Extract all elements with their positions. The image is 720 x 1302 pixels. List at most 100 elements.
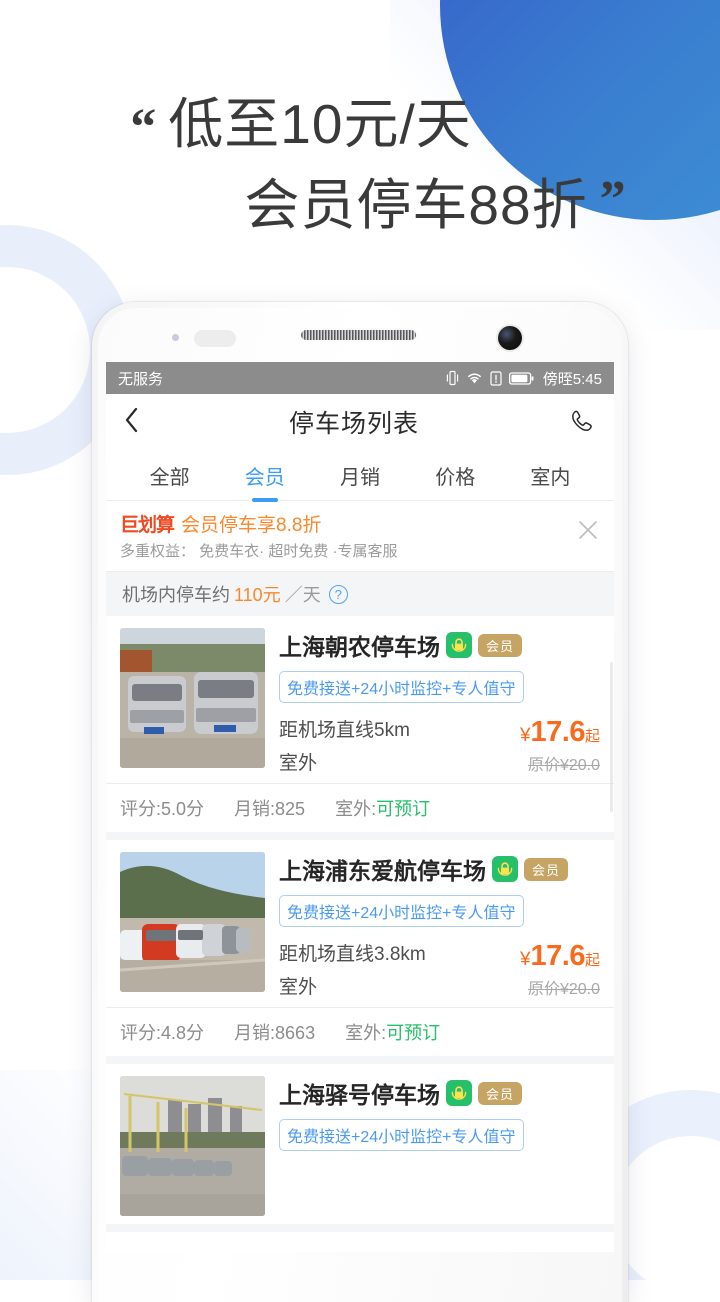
availability-item: 室外:可预订 [335, 795, 430, 821]
back-chevron-icon[interactable] [124, 407, 140, 437]
availability-value: 可预订 [386, 1023, 441, 1043]
member-badge: 会员 [524, 857, 569, 881]
listing-body: 上海浦东爱航停车场 会员 免费接送+24小时监控+专人值守 距机场直线3.8km… [106, 840, 614, 1007]
service-tag: 免费接送+24小时监控+专人值守 [279, 1119, 524, 1151]
headline-line-1: “ 低至10元/天 [0, 92, 720, 157]
status-icons: 傍晊5:45 [446, 368, 602, 389]
price-value: 17.6 [530, 716, 586, 748]
availability-label: 室外: [345, 1023, 387, 1043]
currency-symbol: ¥ [519, 949, 531, 970]
listing-thumbnail[interactable] [120, 852, 265, 992]
carrier-label: 无服务 [118, 370, 164, 388]
vibrate-icon [446, 370, 459, 386]
listing-name: 上海朝农停车场 [279, 634, 440, 660]
status-bar: 无服务 傍晊5:45 [106, 362, 614, 394]
clock-label: 傍晊5:45 [542, 370, 602, 388]
airport-price-suffix: ／天 [284, 585, 321, 605]
lock-shield-icon [492, 856, 518, 882]
availability-item: 室外:可预订 [345, 1019, 440, 1045]
headline-line-2: 会员停车88折 ” [0, 173, 720, 238]
promo-banner[interactable]: 巨划算 会员停车享8.8折 多重权益： 免费车衣· 超时免费 ·专属客服 [106, 501, 614, 571]
member-badge: 会员 [478, 1081, 523, 1105]
lock-shield-icon [446, 632, 472, 658]
listing-thumbnail[interactable] [120, 1076, 265, 1216]
headline-text-1: 低至10元/天 [168, 93, 472, 155]
original-price: 原价¥20.0 [527, 757, 600, 774]
member-badge: 会员 [478, 633, 523, 657]
listing-meta-row: 距机场直线3.8km 室外 ¥17.6起 原价¥20.0 [279, 939, 600, 999]
price-block: ¥17.6起 原价¥20.0 [520, 940, 600, 999]
promo-texts: 巨划算 会员停车享8.8折 多重权益： 免费车衣· 超时免费 ·专属客服 [120, 510, 398, 561]
availability-value: 可预订 [376, 799, 431, 819]
tab-member[interactable]: 会员 [217, 461, 312, 490]
listing-thumbnail[interactable] [120, 628, 265, 768]
listing-info: 上海驿号停车场 会员 免费接送+24小时监控+专人值守 [279, 1076, 600, 1216]
airport-price-bar: 机场内停车约 110元 ／天 ? [106, 571, 614, 616]
rating-label: 评分:4.8分 [120, 1023, 205, 1043]
app-navbar: 停车场列表 [106, 394, 614, 450]
phone-icon[interactable] [568, 408, 596, 436]
rating-label: 评分:5.0分 [120, 799, 205, 819]
currency-symbol: ¥ [519, 725, 531, 746]
headline-text-2: 会员停车88折 [244, 173, 588, 236]
page-title: 停车场列表 [288, 410, 419, 438]
promo-brand-label: 巨划算 [120, 515, 175, 536]
monthly-sales-label: 月销:8663 [234, 1023, 316, 1043]
price-suffix: 起 [584, 728, 600, 745]
front-camera-icon [498, 326, 522, 350]
listing-info: 上海浦东爱航停车场 会员 免费接送+24小时监控+专人值守 距机场直线3.8km… [279, 852, 600, 999]
earpiece-speaker-icon [300, 330, 416, 340]
price-suffix: 起 [584, 952, 600, 969]
listing-title-row: 上海驿号停车场 会员 [279, 1076, 600, 1110]
phone-mockup: 无服务 傍晊5:45 停车场列表 全部 会员 月销 价格 室内 巨划算 会员停车… [92, 302, 628, 1302]
wifi-icon [466, 371, 483, 385]
distance-label: 距机场直线5km [279, 720, 410, 741]
listing-meta-row: 距机场直线5km 室外 ¥17.6起 原价¥20.0 [279, 715, 600, 775]
phone-body: 无服务 傍晊5:45 停车场列表 全部 会员 月销 价格 室内 巨划算 会员停车… [98, 308, 622, 1302]
phone-top-bezel [106, 308, 614, 362]
listing-meta-left: 距机场直线5km 室外 [279, 715, 410, 775]
listing-card[interactable]: 上海朝农停车场 会员 免费接送+24小时监控+专人值守 距机场直线5km 室外 [106, 616, 614, 840]
price-block: ¥17.6起 原价¥20.0 [520, 716, 600, 775]
listing-card[interactable]: 上海驿号停车场 会员 免费接送+24小时监控+专人值守 [106, 1064, 614, 1232]
promo-sub-label: 多重权益： 免费车衣· 超时免费 ·专属客服 [120, 543, 398, 560]
tab-price[interactable]: 价格 [408, 461, 503, 490]
original-price: 原价¥20.0 [527, 981, 600, 998]
listing-body: 上海朝农停车场 会员 免费接送+24小时监控+专人值守 距机场直线5km 室外 [106, 616, 614, 783]
sensor-dot-icon [172, 334, 179, 341]
help-icon[interactable]: ? [328, 584, 348, 604]
lock-shield-icon [446, 1080, 472, 1106]
promo-main-label: 会员停车享8.8折 [181, 515, 322, 536]
airport-price-value: 110元 [234, 585, 281, 605]
monthly-sales-label: 月销:825 [234, 799, 306, 819]
listing-card[interactable]: 上海浦东爱航停车场 会员 免费接送+24小时监控+专人值守 距机场直线3.8km… [106, 840, 614, 1064]
sim-alert-icon [490, 370, 502, 386]
airport-price-prefix: 机场内停车约 [122, 585, 230, 605]
listing-body: 上海驿号停车场 会员 免费接送+24小时监控+专人值守 [106, 1064, 614, 1224]
listing-name: 上海浦东爱航停车场 [279, 858, 486, 884]
lot-type-label: 室外 [279, 753, 318, 774]
tab-monthly-sales[interactable]: 月销 [312, 461, 407, 490]
tab-indoor[interactable]: 室内 [503, 461, 598, 490]
proximity-sensor-icon [194, 330, 236, 347]
headline: “ 低至10元/天 会员停车88折 ” [0, 92, 720, 238]
listing-name: 上海驿号停车场 [279, 1082, 440, 1108]
close-quote-mark: ” [599, 170, 626, 228]
listing-footer: 评分:4.8分 月销:8663 室外:可预订 [106, 1007, 614, 1056]
open-quote-mark: “ [130, 99, 157, 156]
close-icon[interactable] [576, 510, 600, 546]
scrollbar[interactable] [610, 662, 613, 812]
current-price: ¥17.6起 [520, 940, 600, 973]
phone-screen: 无服务 傍晊5:45 停车场列表 全部 会员 月销 价格 室内 巨划算 会员停车… [106, 362, 614, 1252]
tab-all[interactable]: 全部 [122, 461, 217, 490]
service-tag: 免费接送+24小时监控+专人值守 [279, 895, 524, 927]
listing-footer: 评分:5.0分 月销:825 室外:可预订 [106, 783, 614, 832]
availability-label: 室外: [335, 799, 377, 819]
battery-icon [508, 371, 534, 385]
distance-label: 距机场直线3.8km [279, 944, 426, 965]
listing-title-row: 上海朝农停车场 会员 [279, 628, 600, 662]
filter-tabs[interactable]: 全部 会员 月销 价格 室内 [106, 450, 614, 500]
service-tag: 免费接送+24小时监控+专人值守 [279, 671, 524, 703]
current-price: ¥17.6起 [520, 716, 600, 749]
listing-info: 上海朝农停车场 会员 免费接送+24小时监控+专人值守 距机场直线5km 室外 [279, 628, 600, 775]
